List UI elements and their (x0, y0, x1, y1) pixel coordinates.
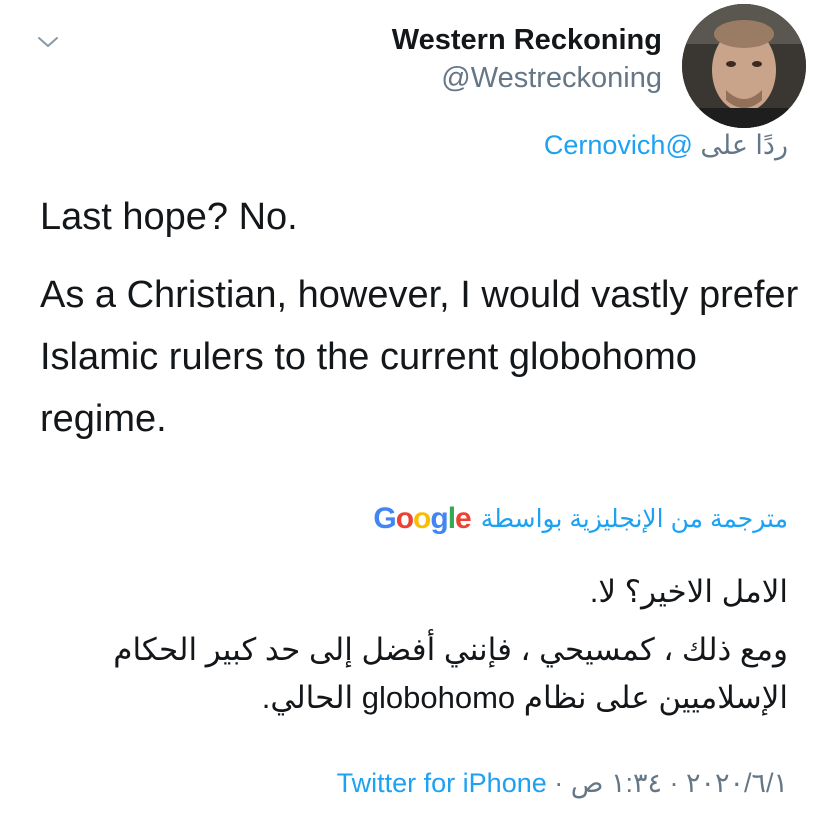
author-block[interactable]: Western Reckoning @Westreckoning (392, 22, 662, 98)
tweet-text: Last hope? No. As a Christian, however, … (40, 186, 800, 466)
separator: · (669, 768, 679, 798)
display-name[interactable]: Western Reckoning (392, 22, 662, 58)
tweet-meta: ٢٠٢٠/٦/١ · ١:٣٤ ص · Twitter for iPhone (337, 768, 788, 799)
translation-paragraph-2: ومع ذلك ، كمسيحي ، فإنني أفضل إلى حد كبي… (113, 632, 788, 715)
profile-photo-icon (682, 4, 806, 128)
tweet-paragraph-2: As a Christian, however, I would vastly … (40, 274, 799, 440)
chevron-down-icon[interactable] (36, 30, 60, 54)
user-handle[interactable]: @Westreckoning (392, 58, 662, 98)
translated-by-label[interactable]: مترجمة من الإنجليزية بواسطة (481, 504, 788, 534)
reply-mention-link[interactable]: @Cernovich (544, 130, 693, 160)
google-logo-icon: Google (373, 502, 471, 535)
tweet-source-link[interactable]: Twitter for iPhone (337, 768, 547, 798)
translated-text: الامل الاخير؟ لا. ومع ذلك ، كمسيحي ، فإن… (48, 568, 788, 732)
tweet-date[interactable]: ٢٠٢٠/٦/١ (686, 768, 788, 798)
avatar[interactable] (682, 4, 806, 128)
translated-by[interactable]: مترجمة من الإنجليزية بواسطة Google (373, 502, 788, 536)
tweet-paragraph-1: Last hope? No. (40, 196, 298, 238)
translation-paragraph-1: الامل الاخير؟ لا. (589, 574, 788, 609)
separator: · (554, 768, 564, 798)
reply-prefix: ردًا على (700, 130, 788, 160)
reply-context: ردًا على @Cernovich (544, 130, 788, 161)
tweet-time[interactable]: ١:٣٤ ص (571, 768, 662, 798)
